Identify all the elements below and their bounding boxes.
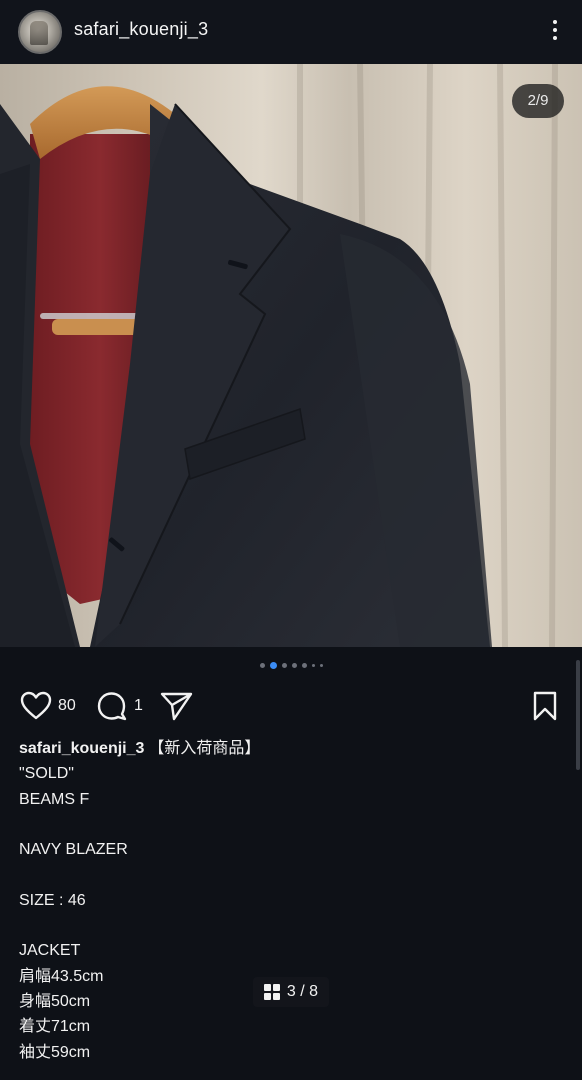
carousel-dot bbox=[301, 662, 307, 668]
caption-line: BEAMS F bbox=[19, 790, 90, 808]
caption-line bbox=[19, 862, 559, 887]
carousel-dot bbox=[291, 662, 297, 668]
carousel-dot bbox=[259, 662, 265, 668]
carousel-dot bbox=[311, 663, 315, 667]
post-caption: safari_kouenji_3 【新入荷商品】 "SOLD" BEAMS F N… bbox=[19, 736, 559, 1065]
caption-line: 着丈71cm bbox=[19, 1018, 91, 1036]
caption-line: "SOLD" bbox=[19, 765, 74, 783]
more-options-icon[interactable] bbox=[542, 14, 568, 46]
post-header: safari_kouenji_3 bbox=[0, 0, 582, 65]
save-button[interactable] bbox=[532, 684, 558, 728]
carousel-dot-active bbox=[269, 661, 277, 669]
share-button[interactable] bbox=[160, 684, 194, 728]
media-counter: 2/9 bbox=[512, 84, 564, 118]
like-button[interactable]: 80 bbox=[20, 684, 76, 728]
page-indicator-text: 3 / 8 bbox=[286, 983, 319, 1000]
header-username[interactable]: safari_kouenji_3 bbox=[74, 19, 208, 40]
post-image[interactable] bbox=[0, 64, 582, 647]
grid-icon bbox=[263, 984, 280, 1000]
carousel-dot bbox=[281, 662, 287, 668]
caption-line bbox=[19, 913, 559, 938]
post-actions: 80 1 bbox=[0, 684, 582, 728]
blazer-photo bbox=[0, 64, 582, 647]
caption-line: 袖丈59cm bbox=[19, 1043, 91, 1061]
caption-username[interactable]: safari_kouenji_3 bbox=[19, 740, 144, 757]
comment-count[interactable]: 1 bbox=[134, 697, 143, 715]
caption-line bbox=[19, 812, 559, 837]
comment-icon bbox=[97, 692, 127, 721]
caption-text: 【新入荷商品】 bbox=[148, 740, 261, 757]
caption-line: safari_kouenji_3 【新入荷商品】 bbox=[19, 736, 559, 761]
avatar[interactable] bbox=[18, 10, 62, 54]
send-icon bbox=[160, 692, 193, 721]
carousel-dot bbox=[319, 663, 323, 667]
caption-line: SIZE : 46 bbox=[19, 891, 86, 909]
bookmark-icon bbox=[533, 691, 557, 721]
like-count[interactable]: 80 bbox=[58, 697, 76, 715]
heart-icon bbox=[20, 691, 52, 720]
comment-button[interactable]: 1 bbox=[96, 684, 143, 728]
caption-line: JACKET bbox=[19, 942, 81, 960]
scrollbar[interactable] bbox=[576, 660, 580, 770]
page-indicator[interactable]: 3 / 8 bbox=[253, 977, 329, 1007]
carousel-dots bbox=[0, 658, 582, 672]
caption-line: NAVY BLAZER bbox=[19, 841, 128, 859]
